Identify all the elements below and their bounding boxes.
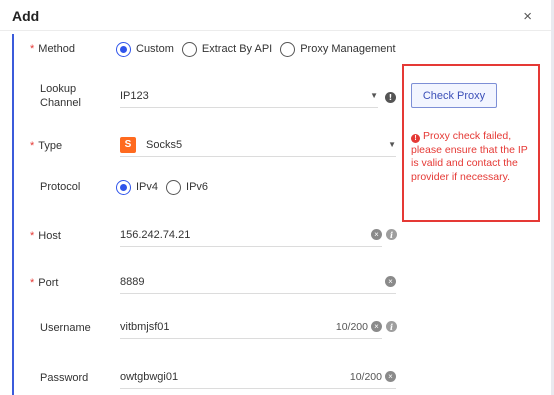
username-char-counter: 10/200	[335, 320, 368, 333]
type-select[interactable]: S Socks5 ▼	[120, 133, 396, 157]
host-value: 156.242.74.21	[120, 228, 191, 241]
warning-info-icon: !	[385, 92, 396, 103]
port-input[interactable]: 8889 ×	[120, 270, 396, 294]
password-char-counter: 10/200	[349, 370, 382, 383]
info-icon: i	[386, 321, 397, 332]
password-label: Password	[30, 371, 110, 385]
method-option-extract-api[interactable]: Extract By API	[181, 41, 273, 57]
port-label-text: Port	[38, 277, 59, 289]
radio-checked-icon[interactable]	[116, 41, 131, 57]
protocol-radio-group: IPv4 IPv6	[116, 179, 216, 195]
info-icon: i	[386, 229, 397, 240]
password-value: owtgbwgi01	[120, 370, 179, 383]
port-value: 8889	[120, 275, 145, 288]
method-option-label: Extract By API	[201, 43, 273, 55]
required-mark: *	[30, 277, 35, 289]
clear-icon[interactable]: ×	[371, 321, 382, 332]
socks-icon: S	[120, 136, 136, 153]
dialog-title: Add	[12, 8, 40, 24]
protocol-label: Protocol	[30, 180, 110, 194]
radio-checked-icon[interactable]	[116, 179, 131, 195]
username-value: vitbmjsf01	[120, 320, 170, 333]
password-input[interactable]: owtgbwgi01 10/200 ×	[120, 365, 396, 389]
protocol-option-label: IPv6	[186, 181, 209, 193]
lookup-channel-label-text: Lookup Channel	[40, 83, 81, 109]
lookup-channel-value: IP123	[120, 89, 149, 102]
protocol-option-ipv6[interactable]: IPv6	[166, 179, 209, 195]
required-mark: *	[30, 230, 35, 242]
proxy-error-text: Proxy check failed, please ensure that t…	[411, 130, 528, 183]
username-label: Username	[30, 321, 110, 335]
type-label-text: Type	[38, 140, 63, 152]
password-label-text: Password	[40, 372, 89, 384]
error-icon: !	[411, 134, 420, 144]
method-option-label: Custom	[136, 43, 174, 55]
title-divider	[0, 30, 554, 31]
proxy-error-message: ! Proxy check failed, please ensure that …	[411, 130, 533, 184]
clear-icon[interactable]: ×	[371, 229, 382, 240]
protocol-option-label: IPv4	[136, 181, 159, 193]
method-label-text: Method	[38, 43, 75, 55]
required-mark: *	[30, 43, 35, 55]
host-label-text: Host	[38, 230, 61, 242]
close-icon[interactable]: ×	[523, 9, 532, 24]
check-proxy-panel: Check Proxy ! Proxy check failed, please …	[402, 64, 540, 222]
chevron-down-icon[interactable]: ▼	[388, 140, 396, 149]
lookup-channel-select[interactable]: IP123 ▼	[120, 84, 378, 108]
lookup-channel-label: Lookup Channel	[30, 82, 110, 110]
radio-unchecked-icon[interactable]	[280, 41, 296, 57]
host-input[interactable]: 156.242.74.21 ×	[120, 223, 382, 247]
clear-icon[interactable]: ×	[385, 276, 396, 287]
port-label: * Port	[30, 276, 110, 290]
check-proxy-button[interactable]: Check Proxy	[411, 83, 497, 108]
protocol-label-text: Protocol	[40, 181, 81, 193]
type-label: * Type	[30, 139, 110, 153]
protocol-row: Protocol IPv4 IPv6	[30, 178, 410, 196]
host-label: * Host	[30, 229, 110, 243]
method-label: * Method	[30, 42, 110, 56]
method-row: * Method Custom Extract By API Proxy Man…	[30, 40, 410, 58]
radio-unchecked-icon[interactable]	[181, 41, 197, 57]
radio-unchecked-icon[interactable]	[166, 179, 182, 195]
username-input[interactable]: vitbmjsf01 10/200 ×	[120, 315, 382, 339]
method-option-proxy-management[interactable]: Proxy Management	[280, 41, 396, 57]
type-value: Socks5	[146, 138, 183, 151]
username-label-text: Username	[40, 322, 91, 334]
clear-icon[interactable]: ×	[385, 371, 396, 382]
method-radio-group: Custom Extract By API Proxy Management	[116, 41, 404, 57]
required-mark: *	[30, 140, 35, 152]
protocol-option-ipv4[interactable]: IPv4	[116, 179, 159, 195]
method-option-custom[interactable]: Custom	[116, 41, 174, 57]
method-option-label: Proxy Management	[300, 43, 396, 55]
chevron-down-icon[interactable]: ▼	[370, 91, 378, 100]
left-rail	[12, 34, 14, 395]
